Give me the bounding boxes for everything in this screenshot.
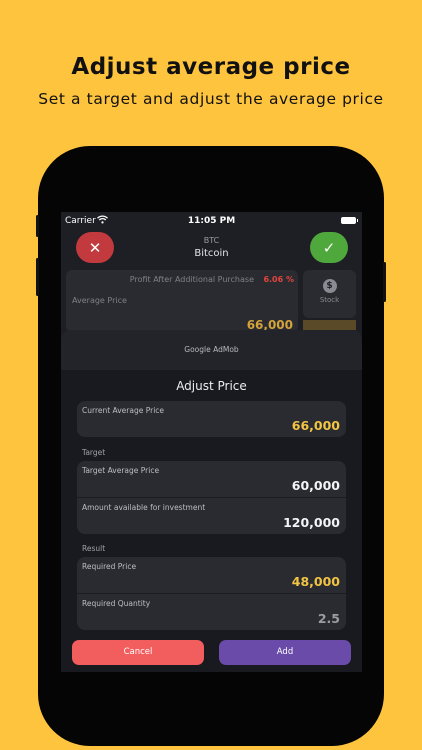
required-quantity-field: Required Quantity 2.5 — [77, 594, 346, 630]
field-value: 2.5 — [317, 611, 340, 626]
field-label: Target Average Price — [82, 466, 160, 475]
adjust-price-sheet: Google AdMob Adjust Price Current Averag… — [61, 330, 362, 672]
field-label: Required Price — [82, 562, 137, 571]
average-price-label: Average Price — [72, 296, 127, 305]
status-bar: Carrier 11:05 PM — [61, 212, 362, 230]
status-time: 11:05 PM — [187, 216, 236, 226]
result-section-label: Result — [82, 544, 106, 553]
field-label: Current Average Price — [82, 406, 165, 415]
field-value: 60,000 — [291, 478, 340, 493]
phone-side-button-right — [383, 262, 386, 302]
promo-subtitle: Set a target and adjust the average pric… — [38, 90, 384, 108]
required-price-field: Required Price 48,000 — [77, 557, 346, 593]
app-screen: Carrier 11:05 PM ✕ BTC Bitcoin ✓ Profit … — [61, 212, 362, 672]
battery-icon — [341, 217, 358, 224]
add-button[interactable]: Add — [219, 640, 351, 665]
field-value: 120,000 — [283, 515, 340, 530]
investment-amount-field[interactable]: Amount available for investment 120,000 — [77, 498, 346, 534]
phone-side-button-left — [36, 215, 39, 237]
background-summary-card: Profit After Additional Purchase 6.06 % … — [66, 270, 298, 332]
stock-strip — [303, 320, 356, 330]
field-value: 48,000 — [291, 574, 340, 589]
confirm-button[interactable]: ✓ — [310, 232, 348, 263]
profit-label: Profit After Additional Purchase — [129, 275, 254, 284]
field-label: Required Quantity — [82, 599, 151, 608]
stock-label: Stock — [319, 296, 340, 304]
profit-value: 6.06 % — [263, 275, 294, 284]
checkmark-icon: ✓ — [322, 238, 336, 257]
target-section-label: Target — [82, 448, 106, 457]
phone-side-button-left-lower — [36, 258, 39, 296]
ad-banner[interactable]: Google AdMob — [61, 330, 362, 370]
field-label: Amount available for investment — [82, 503, 206, 512]
cancel-button[interactable]: Cancel — [72, 640, 204, 665]
current-average-price-field: Current Average Price 66,000 — [77, 401, 346, 437]
dollar-icon: $ — [322, 279, 337, 293]
stock-tab[interactable]: $ Stock — [303, 270, 356, 318]
field-value: 66,000 — [291, 418, 340, 433]
target-average-price-field[interactable]: Target Average Price 60,000 — [77, 461, 346, 497]
promo-title: Adjust average price — [71, 54, 351, 80]
sheet-title: Adjust Price — [176, 379, 247, 393]
